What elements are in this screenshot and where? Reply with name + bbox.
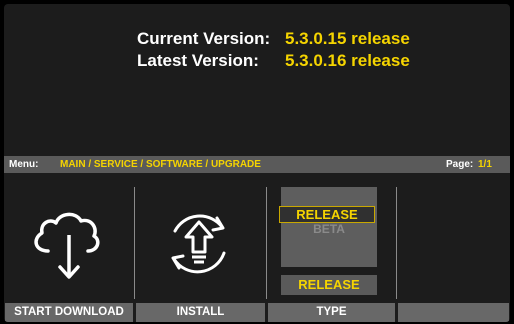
type-label: TYPE [268, 303, 395, 322]
type-option-beta[interactable]: BETA [281, 222, 377, 237]
version-info: Current Version: 5.3.0.15 release Latest… [4, 28, 510, 72]
cloud-download-icon [34, 212, 100, 279]
empty-softkey-label [398, 303, 509, 322]
upgrade-panel: Current Version: 5.3.0.15 release Latest… [4, 4, 510, 322]
install-label: INSTALL [136, 303, 265, 322]
latest-version-value: 5.3.0.16 release [285, 51, 410, 70]
type-button[interactable]: RELEASE BETA RELEASE TYPE [267, 173, 396, 322]
type-current-value: RELEASE [281, 275, 377, 295]
empty-softkey[interactable] [397, 173, 510, 322]
menu-label: Menu: [9, 159, 39, 170]
start-download-label: START DOWNLOAD [5, 303, 133, 322]
page-label: Page: [446, 159, 474, 170]
menu-bar: Menu: MAIN / SERVICE / SOFTWARE / UPGRAD… [4, 156, 510, 173]
device-screen: Current Version: 5.3.0.15 release Latest… [0, 0, 514, 324]
current-version-row: Current Version: 5.3.0.15 release [4, 28, 510, 50]
current-version-value: 5.3.0.15 release [285, 29, 410, 48]
start-download-button[interactable]: START DOWNLOAD [4, 173, 134, 322]
menu-breadcrumb: MAIN / SERVICE / SOFTWARE / UPGRADE [60, 159, 261, 170]
page-indicator: 1/1 [478, 159, 492, 170]
latest-version-row: Latest Version: 5.3.0.16 release [4, 50, 510, 72]
type-option-release[interactable]: RELEASE [279, 206, 375, 223]
install-button[interactable]: INSTALL [135, 173, 266, 322]
softkey-bar: START DOWNLOAD INSTALL RELEASE BETA RELE… [4, 173, 510, 322]
install-cycle-icon [171, 214, 226, 274]
latest-version-label: Latest Version: [137, 51, 259, 70]
current-version-label: Current Version: [137, 29, 271, 48]
